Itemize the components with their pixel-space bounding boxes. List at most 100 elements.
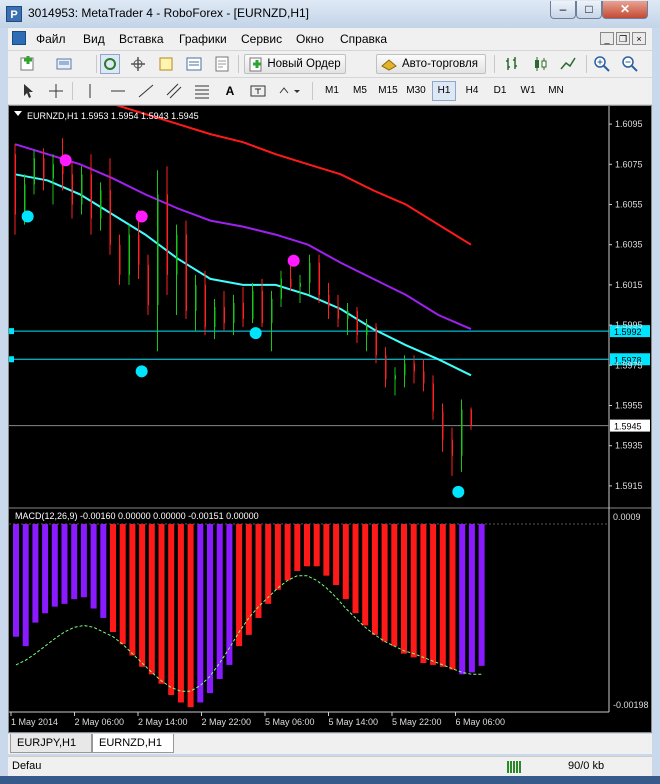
menu-file[interactable]: Файл [36,32,66,46]
horizontal-line-handle [9,328,14,335]
macd-histogram-bar [207,524,213,694]
cursor-icon[interactable] [18,81,38,101]
candle-body [24,184,26,215]
candle-body [366,327,368,336]
autotrading-button[interactable]: Авто-торговля [376,54,486,74]
macd-histogram-bar [177,524,184,703]
candle-body [470,409,472,426]
macd-histogram-bar [168,524,175,695]
line-chart-icon[interactable] [558,54,578,74]
macd-histogram-bar [294,524,301,571]
trendline-icon[interactable] [136,81,156,101]
text-tool-icon[interactable]: A [220,81,240,101]
crosshair-icon[interactable] [46,81,66,101]
candle-body [119,244,121,275]
timeframe-w1[interactable]: W1 [516,81,540,101]
status-profile: Defau [12,760,42,772]
candle-body [52,164,54,179]
horizontal-line-icon[interactable] [108,81,128,101]
price-tick-label: 1.6075 [615,159,643,169]
app-icon: P [6,6,22,22]
candle-body [271,298,273,324]
terminal-icon[interactable] [184,54,204,74]
tab-eurnzd-h1[interactable]: EURNZD,H1 [92,734,174,753]
candle-body [413,363,415,372]
menu-charts[interactable]: Графики [179,32,227,46]
time-tick-label: 2 May 22:00 [202,717,252,727]
macd-header: MACD(12,26,9) -0.00160 0.00000 0.00000 -… [15,511,259,521]
candle-body [166,194,168,275]
time-tick-label: 5 May 06:00 [265,717,315,727]
navigator-icon[interactable] [156,54,176,74]
macd-histogram-bar [333,524,340,586]
mdi-restore-button[interactable]: ❐ [616,32,630,45]
menu-insert[interactable]: Вставка [119,32,164,46]
macd-histogram-bar [371,524,378,635]
macd-histogram-bar [449,524,456,670]
zoom-out-icon[interactable] [620,54,640,74]
time-tick-label: 2 May 14:00 [138,717,188,727]
equidistant-channel-icon[interactable] [164,81,184,101]
vertical-line-icon[interactable] [80,81,100,101]
macd-histogram-bar [51,524,58,607]
timeframe-d1[interactable]: D1 [488,81,512,101]
bar-chart-icon[interactable] [502,54,522,74]
minimize-button[interactable]: – [550,1,576,19]
macd-histogram-bar [197,524,204,703]
autotrading-label: Авто-торговля [402,58,478,70]
macd-histogram-bar [304,524,310,567]
timeframe-m5[interactable]: M5 [348,81,372,101]
macd-axis-label: -0.00198 [613,700,649,710]
macd-histogram-bar [42,524,49,614]
new-order-button[interactable]: Новый Ордер [244,54,346,74]
macd-histogram-bar [430,524,437,665]
candle-body [43,158,45,179]
time-tick-label: 5 May 22:00 [392,717,442,727]
tab-eurjpy-h1[interactable]: EURJPY,H1 [10,734,92,753]
zoom-in-icon[interactable] [592,54,612,74]
timeframe-h1[interactable]: H1 [432,81,456,101]
timeframe-m30[interactable]: M30 [404,81,428,101]
chart-window[interactable]: 1.5992 1.5978 1.5945 1.6095 1.6075 1.6055 1.6… [8,72,652,733]
menu-view[interactable]: Вид [83,32,105,46]
macd-axis-label: 0.0009 [613,512,641,522]
status-traffic: 90/0 kb [568,760,605,772]
macd-histogram-bar [439,524,446,667]
menu-tools[interactable]: Сервис [241,32,282,46]
macd-histogram-bar [139,524,146,667]
mdi-close-button[interactable]: × [632,32,646,45]
data-window-icon[interactable] [128,54,148,74]
close-button[interactable]: ✕ [602,1,648,19]
macd-histogram-bar [420,524,427,664]
profiles-icon[interactable] [54,54,74,74]
candle-body [442,411,444,440]
arrows-dropdown-icon[interactable] [276,81,304,101]
candle-body [451,439,453,456]
timeframe-h4[interactable]: H4 [460,81,484,101]
menu-help[interactable]: Справка [340,32,387,46]
maximize-button[interactable]: □ [576,1,602,19]
macd-histogram-bar [129,524,136,656]
text-label-icon[interactable] [248,81,268,101]
candle-body [195,284,197,312]
candle-body [223,306,225,324]
chart-window-icon[interactable] [12,31,26,45]
price-chart[interactable]: 1.59921.59781.5945 1.60951.60751.60551.6… [9,72,651,732]
candle-body [157,194,159,305]
candle-body [461,409,463,456]
timeframe-mn[interactable]: MN [544,81,568,101]
standard-toolbar: Новый Ордер Авто-торговля [8,51,652,78]
market-watch-icon[interactable] [100,54,120,74]
new-chart-icon[interactable] [18,54,38,74]
menu-window[interactable]: Окно [296,32,324,46]
candle-body [100,190,102,219]
strategy-tester-icon[interactable] [212,54,232,74]
application-window: P 3014953: MetaTrader 4 - RoboForex - [E… [0,0,660,784]
macd-histogram-bar [284,524,291,581]
fibonacci-icon[interactable] [192,81,212,101]
mdi-minimize-button[interactable]: _ [600,32,614,45]
timeframe-m1[interactable]: M1 [320,81,344,101]
timeframe-m15[interactable]: M15 [376,81,400,101]
window-title: 3014953: MetaTrader 4 - RoboForex - [EUR… [28,6,309,20]
candlestick-chart-icon[interactable] [530,54,550,74]
